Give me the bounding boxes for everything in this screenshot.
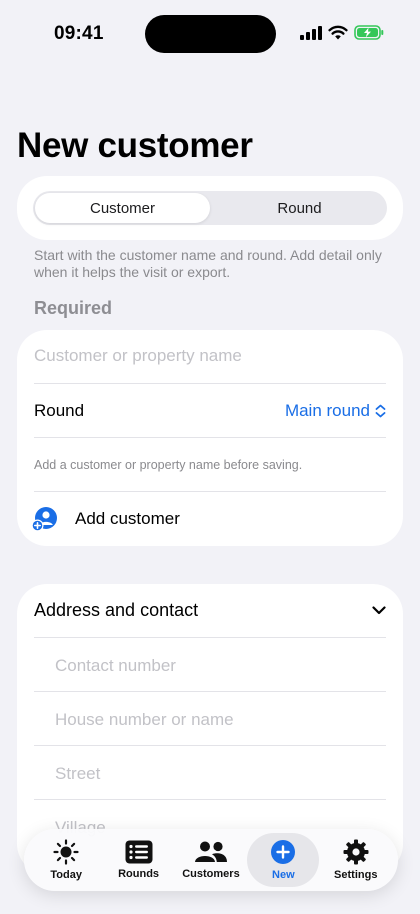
add-person-icon <box>31 507 57 532</box>
dynamic-island <box>145 15 276 53</box>
tab-customers[interactable]: Customers <box>175 833 247 887</box>
address-section-header[interactable]: Address and contact <box>34 584 386 637</box>
tab-label: Customers <box>182 868 240 880</box>
contact-number-field[interactable]: Contact number <box>55 656 176 676</box>
section-label-required: Required <box>34 298 113 318</box>
helper-text: Start with the customer name and round. … <box>34 247 382 280</box>
status-icons <box>300 25 384 40</box>
round-value: Main round <box>284 401 370 420</box>
tab-settings[interactable]: Settings <box>320 833 392 887</box>
tab-new[interactable]: New <box>247 833 320 887</box>
wifi-icon <box>328 25 348 40</box>
tab-label: Settings <box>334 869 378 881</box>
chevron-down-icon <box>372 606 386 615</box>
status-time: 09:41 <box>54 23 104 44</box>
divider <box>34 745 386 746</box>
plus-circle-icon <box>271 840 296 864</box>
segment-round[interactable]: Round <box>212 191 387 225</box>
tab-label: New <box>272 869 295 881</box>
segment-customer[interactable]: Customer <box>35 193 210 223</box>
divider <box>34 637 386 638</box>
add-customer-label: Add customer <box>75 509 180 528</box>
tab-today[interactable]: Today <box>30 833 102 887</box>
divider <box>34 437 386 438</box>
divider <box>34 799 386 800</box>
round-picker[interactable]: Main round <box>285 401 386 421</box>
divider <box>34 691 386 692</box>
gear-icon <box>343 839 369 865</box>
round-label: Round <box>34 401 85 420</box>
battery-charging-icon <box>354 25 384 40</box>
tab-rounds[interactable]: Rounds <box>103 833 175 887</box>
status-bar: 09:41 <box>0 0 420 62</box>
street-field[interactable]: Street <box>55 764 100 784</box>
tab-label: Today <box>50 869 82 881</box>
segmented-control: Customer Round <box>33 191 387 225</box>
tab-label: Rounds <box>118 868 160 880</box>
customer-name-field[interactable] <box>34 346 384 366</box>
sun-icon <box>53 839 79 865</box>
chevron-up-down-icon <box>375 404 386 418</box>
required-card: Round Main round Add a customer or prope… <box>17 330 403 546</box>
list-icon <box>125 840 153 864</box>
address-header-label: Address and contact <box>34 600 199 620</box>
house-number-field[interactable]: House number or name <box>55 710 234 730</box>
validation-note: Add a customer or property name before s… <box>34 458 303 472</box>
segmented-card: Customer Round <box>17 176 403 240</box>
add-customer-button[interactable]: Add customer <box>31 492 386 546</box>
tab-bar: Today Rounds Customers New Settings <box>24 829 398 891</box>
round-picker-row[interactable]: Round Main round <box>34 384 386 438</box>
cellular-signal-icon <box>300 25 322 40</box>
page-title: New customer <box>17 126 253 165</box>
people-icon <box>194 841 227 862</box>
